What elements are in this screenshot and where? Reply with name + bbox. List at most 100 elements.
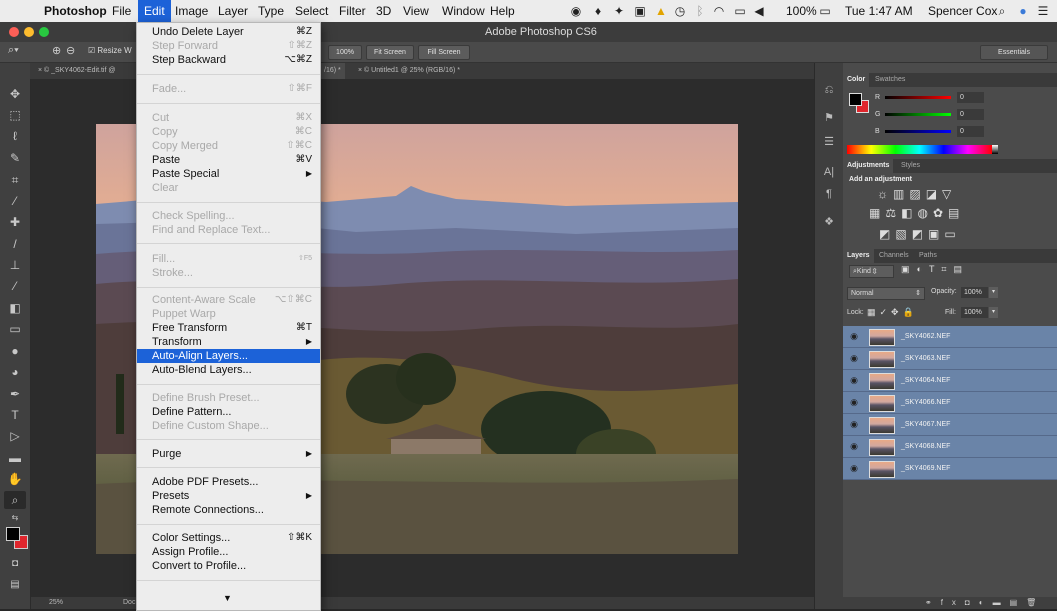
selective-color-icon[interactable]: ▣ — [928, 227, 944, 241]
menu-help[interactable]: Help — [484, 0, 521, 22]
kind-filter[interactable]: ⌕Kind ⇕ — [849, 265, 894, 278]
menu-item-color-settings[interactable]: Color Settings... ⇧⌘K — [137, 531, 320, 545]
menu-item-find-replace[interactable]: Find and Replace Text... — [137, 223, 320, 237]
blend-mode-select[interactable]: Normal ⇕ — [847, 287, 925, 300]
healing-brush-tool-icon[interactable]: ✚ — [4, 213, 26, 231]
time-machine-icon[interactable]: ◷ — [673, 4, 687, 18]
menu-item-purge[interactable]: Purge ▶ — [137, 447, 320, 461]
brush-tool-icon[interactable]: / — [4, 235, 26, 253]
visibility-eye-icon[interactable]: ◉ — [849, 397, 859, 407]
layer-name[interactable]: _SKY4066.NEF — [901, 392, 950, 413]
menu-item-copy-merged[interactable]: Copy Merged ⇧⌘C — [137, 139, 320, 153]
visibility-eye-icon[interactable]: ◉ — [849, 441, 859, 451]
threshold-icon[interactable]: ◩ — [912, 227, 928, 241]
visibility-eye-icon[interactable]: ◉ — [849, 463, 859, 473]
layer-filter-icons[interactable]: ▣◐T⌗▤ — [901, 264, 969, 275]
character-icon[interactable]: A| — [822, 165, 836, 179]
paragraph-icon[interactable]: ¶ — [822, 187, 836, 201]
quick-select-tool-icon[interactable]: ✎ — [4, 149, 26, 167]
menu-item-fill[interactable]: Fill... ⇧F5 — [137, 252, 320, 266]
wifi-icon[interactable]: ◠ — [712, 4, 726, 18]
menu-file[interactable]: File — [106, 0, 137, 22]
channel-value[interactable]: 0 — [957, 109, 984, 120]
zoom-window-button[interactable] — [39, 27, 49, 37]
battery-icon[interactable]: ▭ — [816, 4, 834, 18]
lasso-tool-icon[interactable]: ℓ — [4, 127, 26, 145]
menu-item-step-forward[interactable]: Step Forward ⇧⌘Z — [137, 39, 320, 53]
channel-mixer-icon[interactable]: ✿ — [933, 206, 948, 220]
tab-adjustments[interactable]: Adjustments — [843, 159, 894, 173]
menu-item-check-spelling[interactable]: Check Spelling... — [137, 209, 320, 223]
layer-name[interactable]: _SKY4064.NEF — [901, 370, 950, 391]
menu-item-convert-to-profile[interactable]: Convert to Profile... — [137, 559, 320, 573]
menu-item-auto-blend-layers[interactable]: Auto-Blend Layers... — [137, 363, 320, 377]
notification-center-icon[interactable]: ☰ — [1036, 4, 1050, 18]
menu-item-adobe-pdf-presets[interactable]: Adobe PDF Presets... — [137, 475, 320, 489]
status-icon-1[interactable]: ◉ — [569, 4, 583, 18]
spotlight-icon[interactable]: ⌕ — [995, 4, 1009, 18]
zoom-tool-icon-active[interactable]: ⌕ — [4, 491, 26, 509]
siri-icon[interactable]: ● — [1016, 4, 1030, 18]
menu-select[interactable]: Select — [289, 0, 334, 22]
levels-icon[interactable]: ▥ — [893, 187, 909, 201]
layer-name[interactable]: _SKY4063.NEF — [901, 348, 950, 369]
menu-item-undo[interactable]: Undo Delete Layer ⌘Z — [137, 25, 320, 39]
opacity-value[interactable]: 100% — [961, 287, 988, 298]
color-balance-icon[interactable]: ⚖ — [885, 206, 901, 220]
hand-tool-icon[interactable]: ✋ — [4, 470, 26, 488]
eraser-tool-icon[interactable]: ◧ — [4, 299, 26, 317]
menu-item-presets[interactable]: Presets ▶ — [137, 489, 320, 503]
resize-windows-checkbox[interactable]: ☑ Resize W — [88, 46, 132, 55]
exposure-icon[interactable]: ◪ — [926, 187, 942, 201]
history-icon[interactable]: ⎌ — [822, 83, 836, 97]
menu-window[interactable]: Window — [436, 0, 491, 22]
zoom-tool-icon[interactable]: ⌕▾ — [8, 44, 19, 57]
menu-item-copy[interactable]: Copy ⌘C — [137, 125, 320, 139]
menu-item-transform[interactable]: Transform ▶ — [137, 335, 320, 349]
photo-filter-icon[interactable]: ◍ — [917, 206, 932, 220]
red-slider[interactable] — [885, 96, 951, 99]
menu-item-define-pattern[interactable]: Define Pattern... — [137, 405, 320, 419]
fill-dropdown-icon[interactable]: ▾ — [989, 307, 998, 318]
clock[interactable]: Tue 1:47 AM — [845, 0, 913, 22]
lock-icons[interactable]: ▦✓✥🔒 — [867, 307, 918, 318]
gradient-map-icon[interactable]: ▭ — [944, 227, 960, 241]
swap-colors-icon[interactable]: ⇆ — [4, 509, 26, 527]
apple-icon[interactable] — [12, 4, 26, 18]
blue-slider[interactable] — [885, 130, 951, 133]
properties-icon[interactable]: ☰ — [822, 135, 836, 149]
rectangle-tool-icon[interactable]: ▬ — [4, 449, 26, 467]
menu-item-remote-connections[interactable]: Remote Connections... — [137, 503, 320, 517]
brightness-contrast-icon[interactable]: ☼ — [877, 187, 893, 201]
layer-row[interactable]: ◉ _SKY4062.NEF — [843, 326, 1057, 348]
zoom-out-icon[interactable]: ⊖ — [66, 44, 75, 57]
minimize-window-button[interactable] — [24, 27, 34, 37]
layer-row[interactable]: ◉ _SKY4063.NEF — [843, 348, 1057, 370]
layer-name[interactable]: _SKY4068.NEF — [901, 436, 950, 457]
zoom-in-icon[interactable]: ⊕ — [52, 44, 61, 57]
status-icon-2[interactable]: ♦ — [591, 4, 605, 18]
visibility-eye-icon[interactable]: ◉ — [849, 353, 859, 363]
tab-layers[interactable]: Layers — [843, 249, 874, 263]
menu-view[interactable]: View — [397, 0, 435, 22]
menu-type[interactable]: Type — [252, 0, 290, 22]
clone-stamp-tool-icon[interactable]: ⊥ — [4, 256, 26, 274]
visibility-eye-icon[interactable]: ◉ — [849, 375, 859, 385]
zoom-100-button[interactable]: 100% — [328, 45, 362, 60]
menu-item-define-custom-shape[interactable]: Define Custom Shape... — [137, 419, 320, 433]
menu-item-content-aware-scale[interactable]: Content-Aware Scale ⌥⇧⌘C — [137, 293, 320, 307]
curves-icon[interactable]: ▨ — [909, 187, 925, 201]
fit-screen-button[interactable]: Fit Screen — [366, 45, 414, 60]
menu-item-fade[interactable]: Fade... ⇧⌘F — [137, 82, 320, 96]
menu-item-assign-profile[interactable]: Assign Profile... — [137, 545, 320, 559]
dodge-tool-icon[interactable]: ◕ — [4, 363, 26, 381]
menu-item-free-transform[interactable]: Free Transform ⌘T — [137, 321, 320, 335]
tab-paths[interactable]: Paths — [915, 249, 941, 263]
pen-tool-icon[interactable]: ✒ — [4, 385, 26, 403]
layer-row[interactable]: ◉ _SKY4069.NEF — [843, 458, 1057, 480]
crop-tool-icon[interactable]: ⌗ — [4, 171, 26, 189]
layer-name[interactable]: _SKY4067.NEF — [901, 414, 950, 435]
layer-name[interactable]: _SKY4069.NEF — [901, 458, 950, 479]
layers-footer-icons[interactable]: ⚭fx◘◐▬▤🗑 — [925, 597, 1045, 609]
menu-item-define-brush[interactable]: Define Brush Preset... — [137, 391, 320, 405]
